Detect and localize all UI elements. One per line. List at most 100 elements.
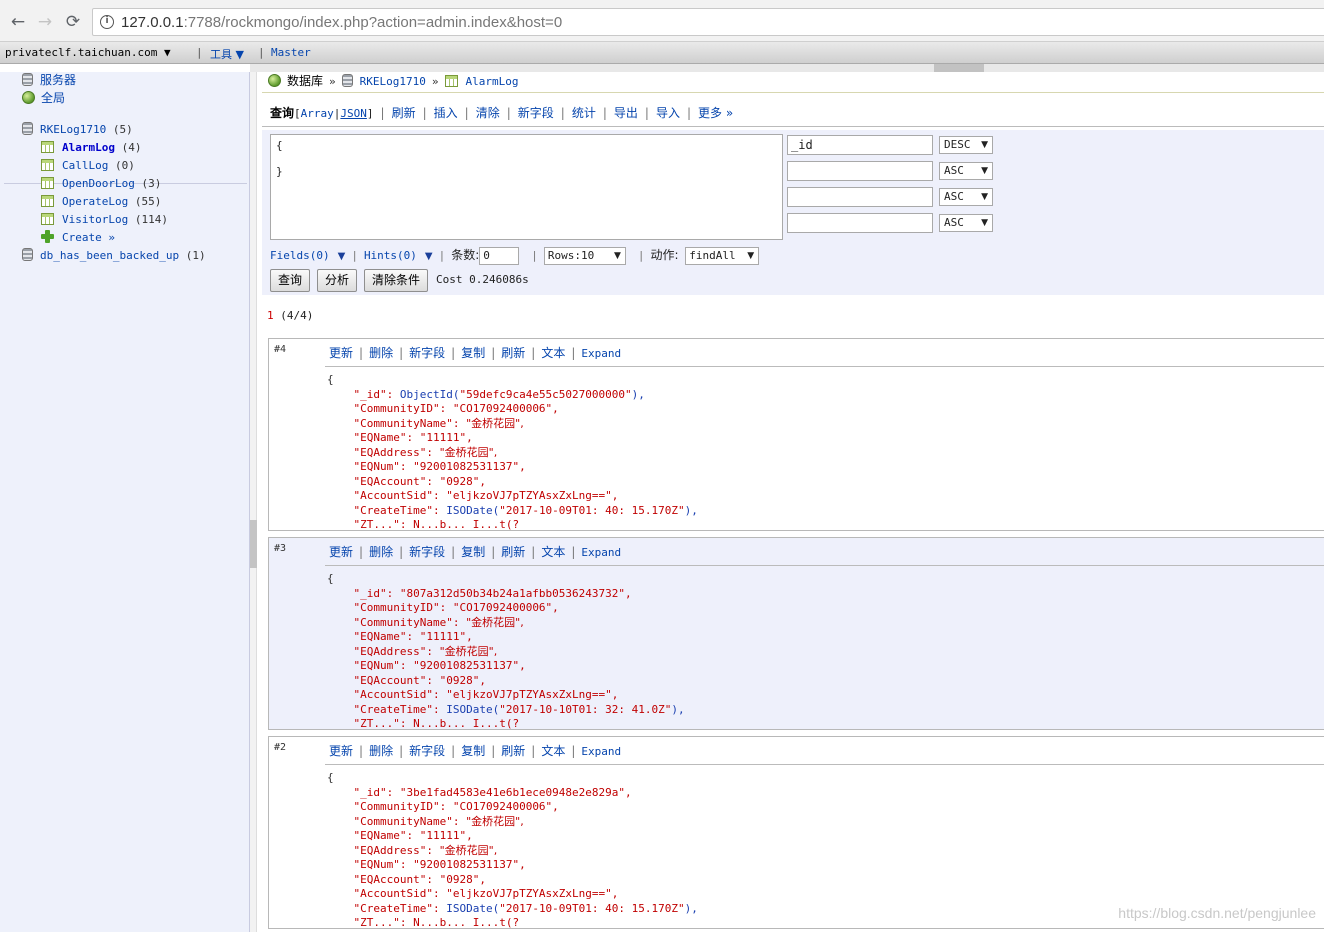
plus-icon xyxy=(41,230,54,243)
explain-button[interactable]: 分析 xyxy=(317,269,358,292)
record-actions: 更新 | 删除 | 新字段 | 复制 | 刷新 | 文本 | Expand xyxy=(329,744,622,758)
record-block: #3 更新 | 删除 | 新字段 | 复制 | 刷新 | 文本 | Expand { "_id": "8… xyxy=(268,537,1324,730)
record-duplicate[interactable]: 复制 xyxy=(461,545,485,559)
rows-select[interactable]: Rows:10 ▼ xyxy=(543,247,626,265)
scrollbar-thumb[interactable] xyxy=(250,520,257,568)
tools-menu[interactable]: 工具 ▼ xyxy=(210,46,244,62)
sidebar-item-collection[interactable]: CallLog (0) xyxy=(41,158,135,174)
info-icon[interactable]: i xyxy=(100,15,114,29)
sidebar-scrollbar[interactable] xyxy=(250,72,257,932)
record-refresh[interactable]: 刷新 xyxy=(501,545,525,559)
browser-toolbar: ← → ⟳ i 127.0.0.1:7788/rockmongo/index.p… xyxy=(0,0,1324,42)
sort-direction-select[interactable]: ASC ▼ xyxy=(939,188,993,206)
record-refresh[interactable]: 刷新 xyxy=(501,744,525,758)
caret-down-icon: ▼ xyxy=(981,218,988,228)
sort-field-input[interactable] xyxy=(787,187,933,207)
breadcrumb-db[interactable]: RKELog1710 xyxy=(360,75,426,88)
op-export[interactable]: 导出 xyxy=(614,106,638,120)
caret-down-icon: ▼ xyxy=(614,251,621,261)
sidebar-item-database[interactable]: RKELog1710 (5) xyxy=(22,122,133,138)
breadcrumb-collection[interactable]: AlarmLog xyxy=(466,75,519,88)
action-label: 动作: xyxy=(650,248,679,262)
record-delete[interactable]: 删除 xyxy=(369,545,393,559)
op-query[interactable]: 查询 xyxy=(270,106,294,120)
hints-toggle[interactable]: Hints(0) xyxy=(364,249,417,262)
query-button[interactable]: 查询 xyxy=(270,269,311,292)
action-select[interactable]: findAll ▼ xyxy=(685,247,760,265)
record-expand[interactable]: Expand xyxy=(581,347,621,360)
server-icon xyxy=(22,73,33,86)
breadcrumb: 数据库» RKELog1710» AlarmLog xyxy=(268,73,518,89)
sort-field-input[interactable] xyxy=(787,161,933,181)
op-json[interactable]: JSON xyxy=(340,107,367,120)
sidebar-item-global[interactable]: 全局 xyxy=(22,90,65,106)
breadcrumb-databases[interactable]: 数据库 xyxy=(287,74,323,88)
sidebar-item-database[interactable]: db_has_been_backed_up (1) xyxy=(22,248,206,264)
record-expand[interactable]: Expand xyxy=(581,546,621,559)
sort-field-input[interactable]: _id xyxy=(787,135,933,155)
divider xyxy=(325,366,1324,367)
caret-down-icon: ▼ xyxy=(981,140,988,150)
fields-toggle[interactable]: Fields(0) xyxy=(270,249,330,262)
op-more[interactable]: 更多 » xyxy=(698,106,733,120)
op-insert[interactable]: 插入 xyxy=(434,106,458,120)
limit-label: 条数: xyxy=(451,248,480,262)
record-delete[interactable]: 删除 xyxy=(369,346,393,360)
query-criteria-textarea[interactable]: { } xyxy=(270,134,783,240)
sidebar-item-collection[interactable]: OperateLog (55) xyxy=(41,194,161,210)
table-icon xyxy=(41,141,54,153)
sidebar-item-collection[interactable]: VisitorLog (114) xyxy=(41,212,168,228)
master-link[interactable]: Master xyxy=(271,46,311,59)
reload-icon[interactable]: ⟳ xyxy=(63,12,83,32)
sort-direction-select[interactable]: DESC ▼ xyxy=(939,136,993,154)
page-number[interactable]: 1 xyxy=(267,309,274,322)
op-stats[interactable]: 统计 xyxy=(572,106,596,120)
record-refresh[interactable]: 刷新 xyxy=(501,346,525,360)
record-text[interactable]: 文本 xyxy=(541,545,565,559)
separator: | xyxy=(258,46,265,59)
address-bar[interactable]: i 127.0.0.1:7788/rockmongo/index.php?act… xyxy=(92,8,1324,36)
caret-down-icon: ▼ xyxy=(747,251,755,261)
host-selector[interactable]: privateclf.taichuan.com ▼ xyxy=(5,46,171,59)
sort-direction-select[interactable]: ASC ▼ xyxy=(939,162,993,180)
sort-field-input[interactable] xyxy=(787,213,933,233)
divider xyxy=(262,126,1324,127)
record-new-field[interactable]: 新字段 xyxy=(409,545,445,559)
horizontal-scrollbar[interactable] xyxy=(250,64,1324,72)
divider xyxy=(262,92,1324,93)
caret-down-icon: ▼ xyxy=(981,192,988,202)
op-refresh[interactable]: 刷新 xyxy=(392,106,416,120)
sidebar-item-servers[interactable]: 服务器 xyxy=(22,72,76,88)
sort-direction-select[interactable]: ASC ▼ xyxy=(939,214,993,232)
sidebar-item-collection[interactable]: OpenDoorLog (3) xyxy=(41,176,161,192)
record-duplicate[interactable]: 复制 xyxy=(461,346,485,360)
record-expand[interactable]: Expand xyxy=(581,745,621,758)
op-array[interactable]: Array xyxy=(301,107,334,120)
op-import[interactable]: 导入 xyxy=(656,106,680,120)
record-actions: 更新 | 删除 | 新字段 | 复制 | 刷新 | 文本 | Expand xyxy=(329,545,622,559)
record-json: { "_id": "3be1fad4583e41e6b1ece0948e2e82… xyxy=(327,771,698,929)
record-new-field[interactable]: 新字段 xyxy=(409,744,445,758)
sidebar-item-collection[interactable]: AlarmLog (4) xyxy=(41,140,141,156)
op-new-field[interactable]: 新字段 xyxy=(518,106,554,120)
caret-down-icon[interactable]: ▼ xyxy=(425,251,433,262)
record-update[interactable]: 更新 xyxy=(329,346,353,360)
op-clear[interactable]: 清除 xyxy=(476,106,500,120)
record-delete[interactable]: 删除 xyxy=(369,744,393,758)
sidebar-item-create[interactable]: Create » xyxy=(41,230,115,246)
scrollbar-thumb[interactable] xyxy=(934,64,984,72)
record-new-field[interactable]: 新字段 xyxy=(409,346,445,360)
record-update[interactable]: 更新 xyxy=(329,545,353,559)
database-icon xyxy=(341,74,353,87)
forward-arrow-icon[interactable]: → xyxy=(35,12,55,32)
record-block: #4 更新 | 删除 | 新字段 | 复制 | 刷新 | 文本 | Expand { "_id": Ob… xyxy=(268,338,1324,531)
record-text[interactable]: 文本 xyxy=(541,744,565,758)
caret-down-icon[interactable]: ▼ xyxy=(338,251,346,262)
clear-conditions-button[interactable]: 清除条件 xyxy=(364,269,429,292)
record-update[interactable]: 更新 xyxy=(329,744,353,758)
record-duplicate[interactable]: 复制 xyxy=(461,744,485,758)
divider xyxy=(325,764,1324,765)
record-text[interactable]: 文本 xyxy=(541,346,565,360)
limit-input[interactable]: 0 xyxy=(479,247,520,265)
back-arrow-icon[interactable]: ← xyxy=(8,12,28,32)
